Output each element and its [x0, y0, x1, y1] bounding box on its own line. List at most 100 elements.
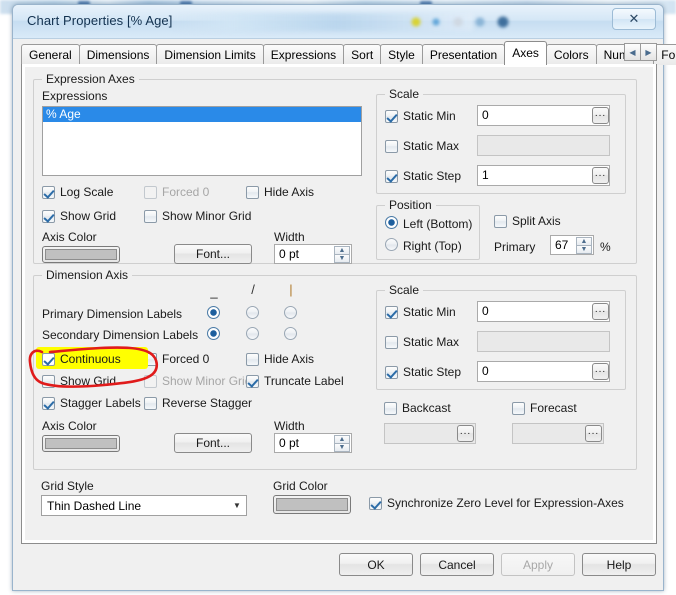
split-axis-label: Split Axis — [512, 214, 561, 228]
split-axis-checkbox[interactable]: Split Axis — [494, 214, 561, 228]
forecast-label: Forecast — [530, 401, 577, 415]
dim-static-max-checkbox[interactable]: Static Max — [385, 335, 459, 349]
stagger-labels-checkbox[interactable]: Stagger Labels — [42, 396, 141, 410]
expr-static-max-input[interactable] — [477, 135, 610, 156]
tab-presentation[interactable]: Presentation — [421, 44, 506, 65]
expr-show-grid-checkbox[interactable]: Show Grid — [42, 209, 116, 223]
expr-forced-0-checkbox[interactable]: Forced 0 — [144, 185, 209, 199]
expr-width-spin-arrows: ▲ ▼ — [334, 246, 350, 263]
dim-axis-color-swatch[interactable] — [42, 435, 120, 452]
primary-percent-stepper[interactable]: 67 ▲ ▼ — [550, 235, 594, 255]
tab-scroll-right-icon[interactable]: ▶ — [640, 43, 657, 61]
tab-dimensions[interactable]: Dimensions — [78, 44, 158, 65]
secondary-dimension-labels-radio-diagonal[interactable] — [246, 327, 259, 340]
help-button[interactable]: Help — [582, 553, 656, 576]
cancel-button[interactable]: Cancel — [420, 553, 494, 576]
dim-width-value: 0 pt — [279, 436, 300, 450]
expressions-listbox[interactable]: % Age — [42, 106, 362, 176]
primary-dimension-labels-radio-diagonal[interactable] — [246, 306, 259, 319]
checkbox-box — [246, 352, 259, 366]
checkbox-box — [42, 209, 55, 223]
dim-show-grid-checkbox[interactable]: Show Grid — [42, 374, 116, 388]
checkbox-box — [369, 496, 382, 510]
truncate-label-checkbox[interactable]: Truncate Label — [246, 374, 344, 388]
synchronize-zero-level-checkbox[interactable]: Synchronize Zero Level for Expression-Ax… — [369, 496, 624, 510]
expr-axis-color-swatch[interactable] — [42, 246, 120, 263]
expr-static-max-checkbox[interactable]: Static Max — [385, 139, 459, 153]
expr-static-min-browse-button[interactable]: ... — [592, 107, 609, 124]
forecast-browse-button[interactable]: ... — [585, 425, 602, 442]
tab-general[interactable]: General — [21, 44, 80, 65]
primary-dimension-labels-radio-vertical[interactable] — [284, 306, 297, 319]
dim-forced-0-checkbox[interactable]: Forced 0 — [144, 352, 209, 366]
expr-show-grid-label: Show Grid — [60, 209, 117, 223]
spin-down-icon[interactable]: ▼ — [576, 246, 592, 254]
expr-static-min-checkbox[interactable]: Static Min — [385, 109, 456, 123]
secondary-dimension-labels-radio-horizontal[interactable] — [207, 327, 220, 340]
reverse-stagger-checkbox[interactable]: Reverse Stagger — [144, 396, 252, 410]
close-icon[interactable]: ✕ — [612, 8, 656, 30]
continuous-checkbox[interactable]: Continuous — [42, 352, 121, 366]
checkbox-box — [144, 374, 157, 388]
tab-strip: General Dimensions Dimension Limits Expr… — [21, 41, 676, 65]
backcast-checkbox[interactable]: Backcast — [384, 401, 451, 415]
checkbox-box — [42, 185, 55, 199]
expr-hide-axis-checkbox[interactable]: Hide Axis — [246, 185, 314, 199]
expr-show-minor-grid-checkbox[interactable]: Show Minor Grid — [144, 209, 251, 223]
position-right-top-radio[interactable] — [385, 238, 398, 251]
ok-button[interactable]: OK — [339, 553, 413, 576]
checkbox-box — [385, 365, 398, 379]
forecast-checkbox[interactable]: Forecast — [512, 401, 577, 415]
grid-style-select[interactable]: Thin Dashed Line ▼ — [41, 495, 247, 516]
spin-down-icon[interactable]: ▼ — [334, 444, 350, 452]
tab-colors[interactable]: Colors — [545, 44, 597, 65]
log-scale-checkbox[interactable]: Log Scale — [42, 185, 113, 199]
apply-button[interactable]: Apply — [501, 553, 575, 576]
expr-font-button[interactable]: Font... — [174, 244, 252, 264]
list-item[interactable]: % Age — [43, 107, 361, 122]
dim-forced-0-label: Forced 0 — [162, 352, 210, 366]
backcast-browse-button[interactable]: ... — [457, 425, 474, 442]
checkbox-box — [385, 169, 398, 183]
spin-up-icon[interactable]: ▲ — [334, 435, 350, 444]
secondary-dimension-labels-radio-vertical[interactable] — [284, 327, 297, 340]
tab-expressions[interactable]: Expressions — [262, 44, 345, 65]
expr-static-step-checkbox[interactable]: Static Step — [385, 169, 461, 183]
expr-static-step-input[interactable]: 1 — [477, 165, 610, 186]
dim-font-button[interactable]: Font... — [174, 433, 252, 453]
color-preview — [45, 249, 117, 260]
expr-width-stepper[interactable]: 0 pt ▲ ▼ — [274, 244, 352, 264]
dim-hide-axis-checkbox[interactable]: Hide Axis — [246, 352, 314, 366]
tab-scroll-left-icon[interactable]: ◀ — [624, 43, 641, 61]
dim-static-step-checkbox[interactable]: Static Step — [385, 365, 461, 379]
dim-static-step-input[interactable]: 0 — [477, 361, 610, 382]
expr-static-step-browse-button[interactable]: ... — [592, 167, 609, 184]
continuous-label: Continuous — [60, 352, 121, 366]
dim-width-stepper[interactable]: 0 pt ▲ ▼ — [274, 433, 352, 453]
grid-color-label: Grid Color — [273, 479, 328, 493]
chevron-down-icon[interactable]: ▼ — [228, 496, 246, 515]
primary-percent-label: Primary — [494, 240, 536, 254]
dim-static-min-browse-button[interactable]: ... — [592, 303, 609, 320]
position-left-bottom-radio[interactable] — [385, 216, 398, 229]
spin-up-icon[interactable]: ▲ — [576, 237, 592, 246]
tab-style[interactable]: Style — [380, 44, 423, 65]
dim-show-minor-grid-checkbox[interactable]: Show Minor Grid — [144, 374, 251, 388]
position-left-bottom-label: Left (Bottom) — [403, 217, 473, 231]
tab-dimension-limits[interactable]: Dimension Limits — [156, 44, 264, 65]
dim-static-min-input[interactable]: 0 — [477, 301, 610, 322]
synchronize-zero-level-label: Synchronize Zero Level for Expression-Ax… — [387, 496, 624, 510]
dim-static-max-input[interactable] — [477, 331, 610, 352]
checkbox-box — [42, 352, 55, 366]
dim-static-step-browse-button[interactable]: ... — [592, 363, 609, 380]
tab-sort[interactable]: Sort — [343, 44, 382, 65]
title-bar[interactable]: Chart Properties [% Age] ✕ — [13, 5, 663, 39]
spin-down-icon[interactable]: ▼ — [334, 255, 350, 263]
expr-static-min-input[interactable]: 0 — [477, 105, 610, 126]
dim-static-max-label: Static Max — [403, 335, 460, 349]
dim-static-min-checkbox[interactable]: Static Min — [385, 305, 456, 319]
spin-up-icon[interactable]: ▲ — [334, 246, 350, 255]
tab-axes[interactable]: Axes — [504, 41, 547, 65]
grid-color-swatch[interactable] — [273, 495, 351, 514]
primary-dimension-labels-radio-horizontal[interactable] — [207, 306, 220, 319]
